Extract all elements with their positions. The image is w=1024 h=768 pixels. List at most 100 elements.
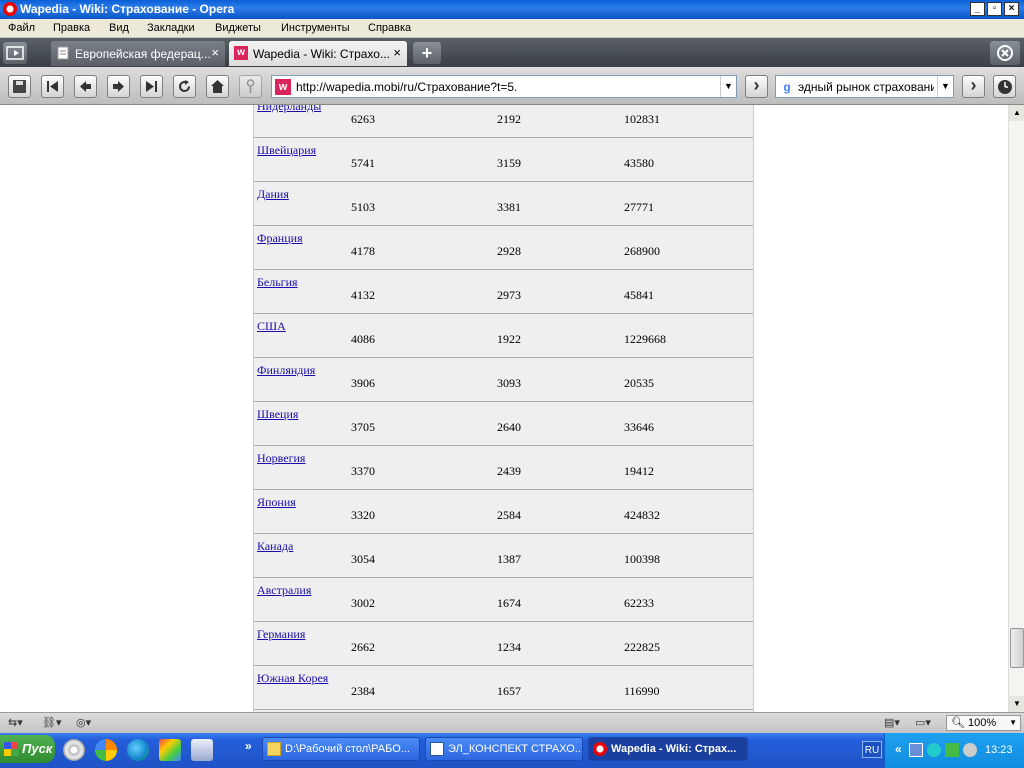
address-dropdown-icon[interactable]: ▼ (720, 76, 736, 97)
menu-file[interactable]: Файл (8, 22, 35, 34)
table-row: Нидерланды 6263 2192 102831 (254, 105, 753, 138)
go-button[interactable]: › (745, 75, 768, 98)
address-text[interactable]: http://wapedia.mobi/ru/Страхование?t=5. (296, 80, 517, 94)
menu-view[interactable]: Вид (109, 22, 129, 34)
panel-toggle-button[interactable] (3, 42, 27, 64)
maximize-button[interactable]: ▫ (987, 2, 1002, 16)
country-link[interactable]: Бельгия (257, 275, 298, 290)
minimize-button[interactable]: _ (970, 2, 985, 16)
table-row: Бельгия 4132 2973 45841 (254, 270, 753, 314)
fast-forward-icon (146, 81, 157, 92)
forward-button[interactable] (107, 75, 130, 98)
vertical-scrollbar[interactable]: ▲ ▼ (1008, 105, 1024, 712)
window-title: Wapedia - Wiki: Страхование - Opera (20, 2, 235, 16)
country-link[interactable]: Южная Корея (257, 671, 328, 686)
menu-bookmarks[interactable]: Закладки (147, 22, 195, 34)
tab-close-icon[interactable]: × (211, 45, 219, 60)
editor-icon[interactable] (191, 739, 213, 761)
value-cell: 5103 (351, 200, 375, 214)
country-link[interactable]: Канада (257, 539, 293, 554)
scroll-down-icon[interactable]: ▼ (1009, 696, 1024, 712)
task-opera[interactable]: Wapedia - Wiki: Страх... (588, 737, 748, 761)
tab-close-icon[interactable]: × (393, 45, 401, 60)
country-link[interactable]: Нидерланды (257, 105, 321, 114)
new-tab-button[interactable]: + (413, 42, 441, 64)
country-link[interactable]: Швеция (257, 407, 298, 422)
clock: 13:23 (985, 744, 1013, 756)
language-indicator[interactable]: RU (862, 741, 882, 758)
menu-widgets[interactable]: Виджеты (215, 22, 261, 34)
value-cell: 268900 (624, 244, 660, 258)
country-link[interactable]: США (257, 319, 286, 334)
country-link[interactable]: Швейцария (257, 143, 316, 158)
cd-drive-icon[interactable] (63, 739, 85, 761)
country-link[interactable]: Франция (257, 231, 303, 246)
safely-remove-icon[interactable] (945, 743, 959, 757)
country-link[interactable]: Япония (257, 495, 296, 510)
paint-icon[interactable] (159, 739, 181, 761)
task-explorer[interactable]: D:\Рабочий стол\РАБО... (262, 737, 420, 761)
volume-icon[interactable] (963, 743, 977, 757)
value-cell: 2584 (497, 508, 521, 522)
search-input[interactable]: эдный рынок страхования (798, 80, 934, 94)
closed-tabs-button[interactable] (990, 41, 1020, 65)
value-cell: 3093 (497, 376, 521, 390)
page-content: Нидерланды 6263 2192 102831 Швейцария 5741 315… (0, 105, 1008, 712)
rewind-button[interactable] (41, 75, 64, 98)
back-button[interactable] (74, 75, 97, 98)
table-row: Швейцария 5741 3159 43580 (254, 138, 753, 182)
history-button[interactable] (993, 75, 1016, 98)
globe-icon[interactable] (127, 739, 149, 761)
scroll-thumb[interactable] (1010, 628, 1024, 668)
tab-label: Европейская федерац... (75, 47, 211, 61)
value-cell: 102831 (624, 112, 660, 126)
tab-wapedia[interactable]: w Wapedia - Wiki: Страхо... × (229, 41, 407, 66)
save-icon (13, 80, 26, 93)
country-link[interactable]: Финляндия (257, 363, 315, 378)
country-link[interactable]: Дания (257, 187, 289, 202)
country-link[interactable]: Норвегия (257, 451, 305, 466)
security-icon[interactable] (927, 743, 941, 757)
country-link[interactable]: Австралия (257, 583, 311, 598)
wand-button[interactable] (239, 75, 262, 98)
table-row: Австралия 3002 1674 62233 (254, 578, 753, 622)
search-box[interactable]: g эдный рынок страхования ▼ (775, 75, 954, 98)
panel-icon[interactable]: ▤▾ (884, 716, 900, 729)
share-icon[interactable]: ⛓▾ (42, 716, 62, 729)
home-button[interactable] (206, 75, 229, 98)
country-link[interactable]: Германия (257, 627, 305, 642)
table-row: Канада 3054 1387 100398 (254, 534, 753, 578)
tab-european-federation[interactable]: Европейская федерац... × (51, 41, 225, 66)
fast-forward-button[interactable] (140, 75, 163, 98)
save-button[interactable] (8, 75, 31, 98)
quicklaunch-more-icon[interactable]: » (245, 739, 252, 753)
clock-icon (997, 80, 1012, 94)
window-titlebar: Wapedia - Wiki: Страхование - Opera _ ▫ … (0, 0, 1024, 19)
search-dropdown-icon[interactable]: ▼ (937, 76, 953, 97)
status-bar: ⇆▾ ⛓▾ ◎▾ ▤▾ ▭▾ 🔍︎ 100% ▼ (0, 712, 1024, 733)
value-cell: 43580 (624, 156, 654, 170)
network-icon[interactable] (909, 743, 923, 757)
close-window-button[interactable]: × (1004, 2, 1019, 16)
start-button[interactable]: Пуск (0, 735, 55, 763)
view-icon[interactable]: ▭▾ (915, 716, 931, 729)
zoom-control[interactable]: 🔍︎ 100% ▼ (946, 715, 1021, 731)
media-player-icon[interactable] (95, 739, 117, 761)
value-cell: 5741 (351, 156, 375, 170)
value-cell: 3054 (351, 552, 375, 566)
turbo-icon[interactable]: ◎▾ (76, 716, 91, 729)
menu-tools[interactable]: Инструменты (281, 22, 350, 34)
value-cell: 2640 (497, 420, 521, 434)
search-go-button[interactable]: › (962, 75, 985, 98)
tray-expand-icon[interactable]: « (895, 742, 902, 756)
value-cell: 116990 (624, 684, 660, 698)
google-icon[interactable]: g (779, 79, 795, 95)
task-word[interactable]: ЭЛ_КОНСПЕКТ СТРАХО... (425, 737, 583, 761)
menu-edit[interactable]: Правка (53, 22, 90, 34)
scroll-up-icon[interactable]: ▲ (1009, 105, 1024, 121)
speed-dial-icon[interactable]: ⇆▾ (8, 716, 23, 729)
reload-button[interactable] (173, 75, 196, 98)
address-bar[interactable]: w http://wapedia.mobi/ru/Страхование?t=5… (271, 75, 737, 98)
value-cell: 1922 (497, 332, 521, 346)
menu-help[interactable]: Справка (368, 22, 411, 34)
